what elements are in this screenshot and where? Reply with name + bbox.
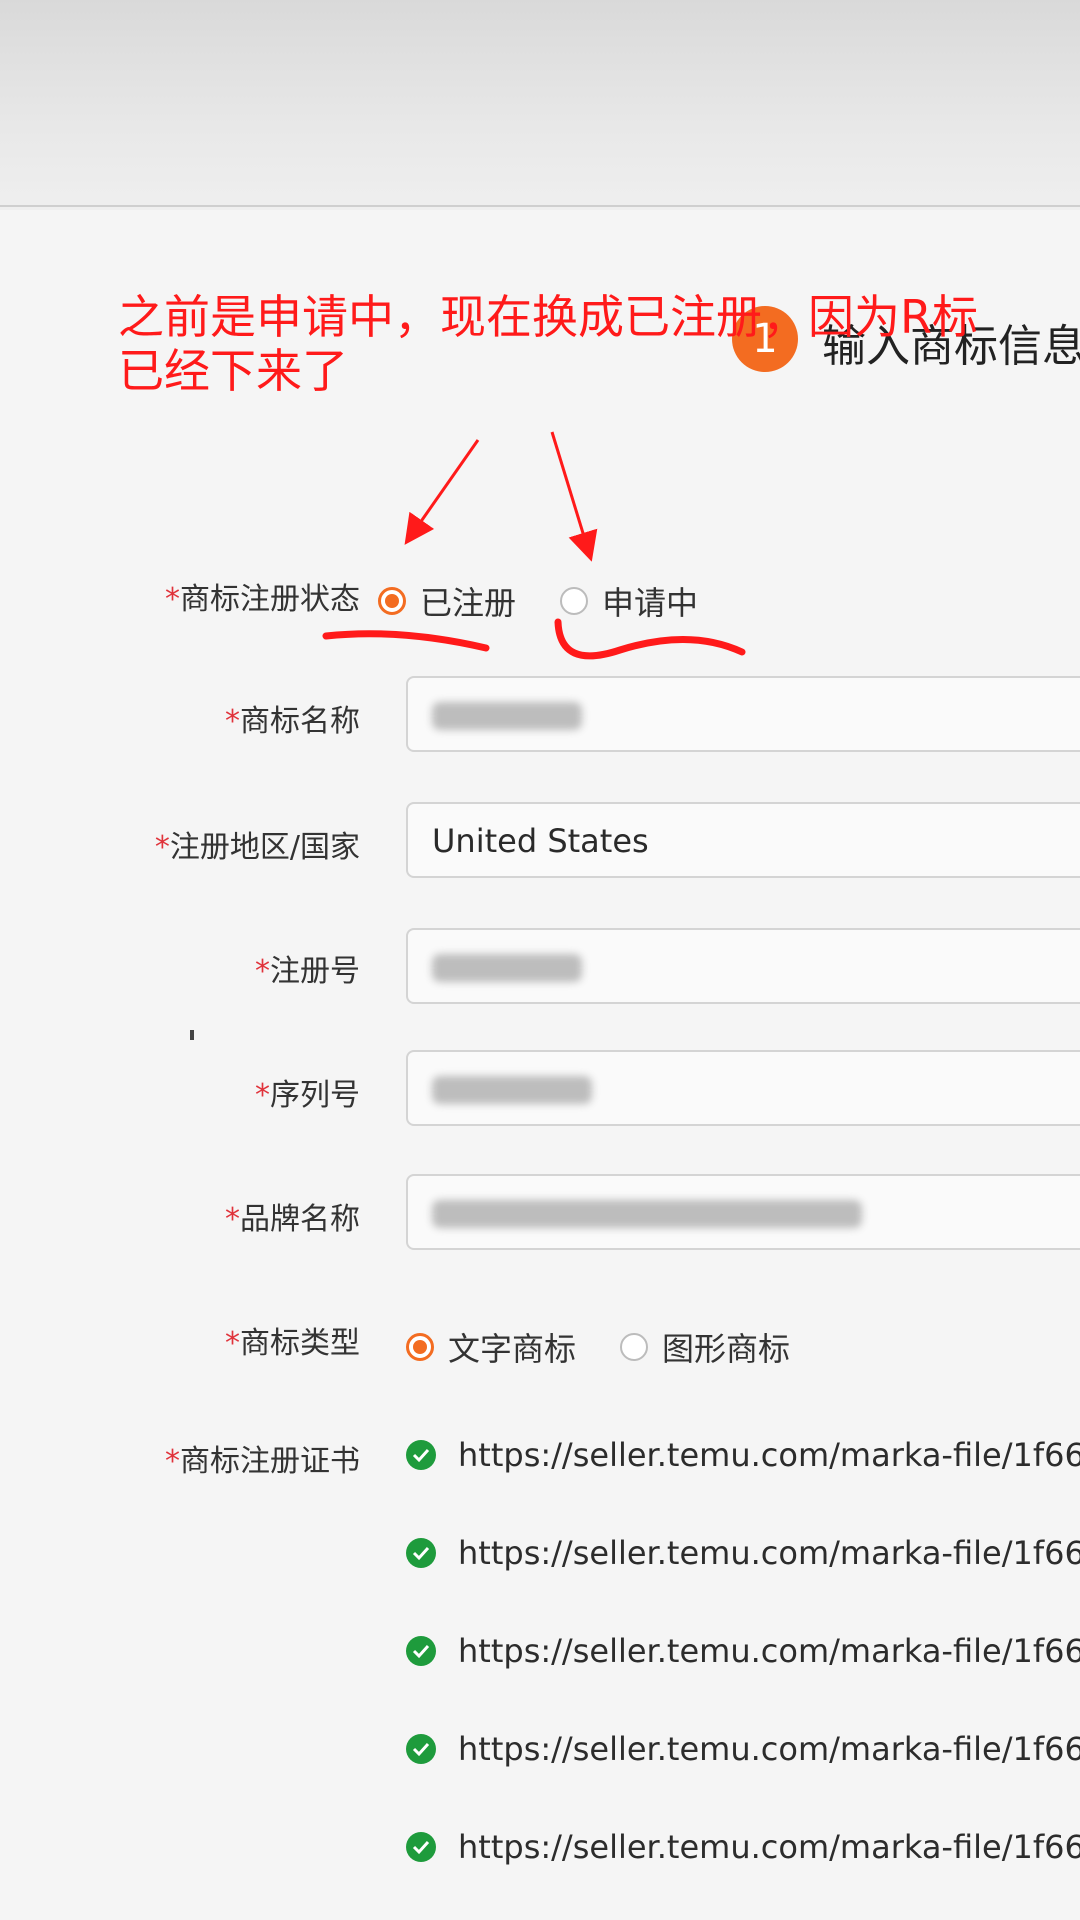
trademark-type-radio-group: 文字商标 图形商标	[406, 1324, 834, 1370]
certificate-file-link[interactable]: https://seller.temu.com/marka-file/1f66	[458, 1632, 1080, 1670]
certificate-label: *商标注册证书	[165, 1444, 360, 1479]
arrow-to-registered	[404, 439, 480, 545]
certificate-file-1[interactable]: https://seller.temu.com/marka-file/1f66	[406, 1436, 1080, 1474]
registration-number-label: *注册号	[255, 954, 360, 989]
serial-number-label: *序列号	[255, 1078, 360, 1113]
status-radio-group: 已注册 申请中	[378, 578, 742, 624]
check-circle-icon	[406, 1734, 436, 1764]
radio-unchecked-icon[interactable]	[560, 587, 589, 615]
screen: 1 输入商标信息 之前是申请中，现在换成已注册，因为R标 已经下来了 *商标注册…	[0, 0, 1080, 1920]
trademark-type-label: *商标类型	[225, 1326, 360, 1361]
status-label: *商标注册状态	[165, 582, 360, 617]
arrow-to-applying	[550, 431, 598, 562]
blurred-value	[432, 1200, 862, 1228]
blurred-value	[432, 954, 582, 982]
certificate-file-link[interactable]: https://seller.temu.com/marka-file/1f66	[458, 1828, 1080, 1866]
underline-registered	[322, 630, 490, 652]
certificate-file-5[interactable]: https://seller.temu.com/marka-file/1f66	[406, 1828, 1080, 1866]
radio-checked-icon[interactable]	[406, 1333, 434, 1361]
region-value: United States	[432, 822, 649, 860]
region-select[interactable]: United States	[406, 802, 1080, 878]
certificate-file-4[interactable]: https://seller.temu.com/marka-file/1f66	[406, 1730, 1080, 1768]
registration-number-input[interactable]	[406, 928, 1080, 1004]
region-label: *注册地区/国家	[154, 830, 360, 865]
blurred-value	[432, 1076, 592, 1104]
trademark-name-input[interactable]	[406, 676, 1080, 752]
serial-number-input[interactable]	[406, 1050, 1080, 1126]
trademark-name-label: *商标名称	[225, 704, 360, 739]
certificate-file-link[interactable]: https://seller.temu.com/marka-file/1f66	[458, 1436, 1080, 1474]
certificate-file-link[interactable]: https://seller.temu.com/marka-file/1f66	[458, 1534, 1080, 1572]
stray-mark	[190, 1030, 194, 1040]
certificate-file-link[interactable]: https://seller.temu.com/marka-file/1f66	[458, 1730, 1080, 1768]
type-option-graphic[interactable]: 图形商标	[620, 1324, 790, 1370]
check-circle-icon	[406, 1832, 436, 1862]
radio-unchecked-icon[interactable]	[620, 1333, 649, 1361]
underline-applying	[554, 618, 746, 660]
status-option-registered[interactable]: 已注册	[378, 578, 516, 624]
certificate-file-3[interactable]: https://seller.temu.com/marka-file/1f66	[406, 1632, 1080, 1670]
check-circle-icon	[406, 1636, 436, 1666]
blurred-value	[432, 702, 582, 730]
type-option-word[interactable]: 文字商标	[406, 1324, 576, 1370]
check-circle-icon	[406, 1538, 436, 1568]
check-circle-icon	[406, 1440, 436, 1470]
brand-name-label: *品牌名称	[225, 1202, 360, 1237]
certificate-file-2[interactable]: https://seller.temu.com/marka-file/1f66	[406, 1534, 1080, 1572]
status-option-applying[interactable]: 申请中	[560, 578, 698, 624]
radio-checked-icon[interactable]	[378, 587, 406, 615]
brand-name-input[interactable]	[406, 1174, 1080, 1250]
